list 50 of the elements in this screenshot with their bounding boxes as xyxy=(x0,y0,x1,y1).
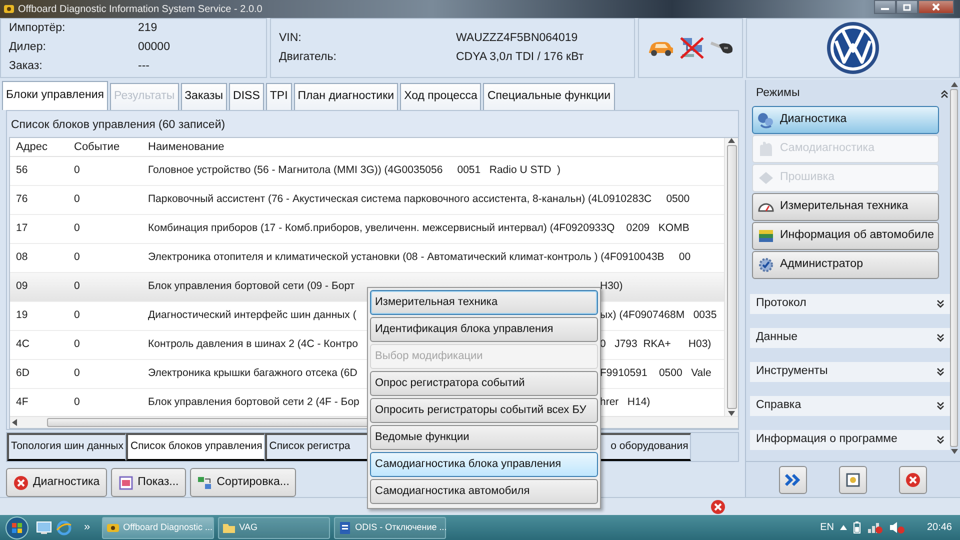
table-cell-text: 0 xyxy=(73,366,81,382)
table-cell-text: 0 xyxy=(73,395,81,410)
table-cell-text: Комбинация приборов (17 - Комб.приборов, увеличенн. межсервисный интервал) (4F0920933Q 0209 KOMB xyxy=(147,221,690,236)
table-cell-text: 56 xyxy=(15,163,29,178)
column-header: Наименование xyxy=(147,140,226,155)
table-cell-text: 0 xyxy=(73,250,81,266)
column-header: Адрес xyxy=(15,140,48,155)
field-value: CDYA 3,0л TDI / 176 кВт xyxy=(456,50,585,64)
section-title: Инструменты xyxy=(756,364,828,380)
table-cell: Контроль давления в шинах 2 (4C - Контро xyxy=(148,338,358,350)
table-cell-text: 6D xyxy=(15,366,30,382)
table-cell: H30) xyxy=(600,280,623,292)
table-cell: Блок управления бортовой сети (09 - Борт xyxy=(148,280,355,292)
table-cell-text: 4C xyxy=(15,337,30,352)
column-header: Событие xyxy=(73,140,121,155)
field-label: VIN: xyxy=(279,32,302,46)
table-cell-text: 0 xyxy=(73,308,81,324)
section-title: Справка xyxy=(756,398,802,414)
table-cell: F9910591 0500 Vale xyxy=(600,367,712,380)
table-cell-text: 19 xyxy=(15,308,29,324)
section-title: Режимы xyxy=(756,86,800,102)
table-cell-text: 0 xyxy=(73,192,81,208)
table-cell-text: Электроника отопителя и климатической установки (08 - Автоматический климат-контроль ) (4F0910043B 00 xyxy=(147,250,692,266)
panel-title: Список блоков управления (60 записей) xyxy=(11,118,226,134)
field-value: 219 xyxy=(138,22,158,36)
table-cell-text: 76 xyxy=(15,192,29,208)
table-cell-text: Парковочный ассистент (76 - Акустическая система парковочного ассистента, 8-канальн) (4L0910283C 0500 xyxy=(147,192,691,208)
field-value: WAUZZZ4F5BN064019 xyxy=(456,32,579,46)
field-label: Импортёр: xyxy=(9,22,66,36)
field-value: 00000 xyxy=(138,41,171,55)
field-label: Двигатель: xyxy=(279,50,338,64)
table-cell-text: 0 xyxy=(73,221,81,236)
table-cell-text: 08 xyxy=(15,250,29,266)
table-cell-text: 0 xyxy=(73,279,81,294)
section-title: Протокол xyxy=(756,296,806,312)
table-cell-text: 4F xyxy=(15,395,30,410)
table-cell: Электроника крышки багажного отсека (6D xyxy=(148,367,358,380)
table-cell: Диагностический интерфейс шин данных ( xyxy=(148,309,356,322)
table-cell-text: 17 xyxy=(15,221,29,236)
table-cell-text: 0 xyxy=(73,337,81,352)
section-title: Информация о программе xyxy=(756,432,898,448)
field-label: Заказ: xyxy=(9,60,44,74)
field-value: --- xyxy=(138,60,150,74)
table-cell-text: 09 xyxy=(15,279,29,294)
section-title: Данные xyxy=(756,330,798,346)
table-cell-text: 0 xyxy=(73,163,81,178)
table-cell-text: Головное устройство (56 - Магнитола (MMI 3G)) (4G0035056 0051 Radio U STD ) xyxy=(147,163,562,178)
window-title: Offboard Diagnostic Information System Service - 2.0.0 xyxy=(18,2,262,16)
table-cell: Блок управления бортовой сети 2 (4F - Бор xyxy=(148,396,360,408)
field-label: Дилер: xyxy=(9,41,47,55)
